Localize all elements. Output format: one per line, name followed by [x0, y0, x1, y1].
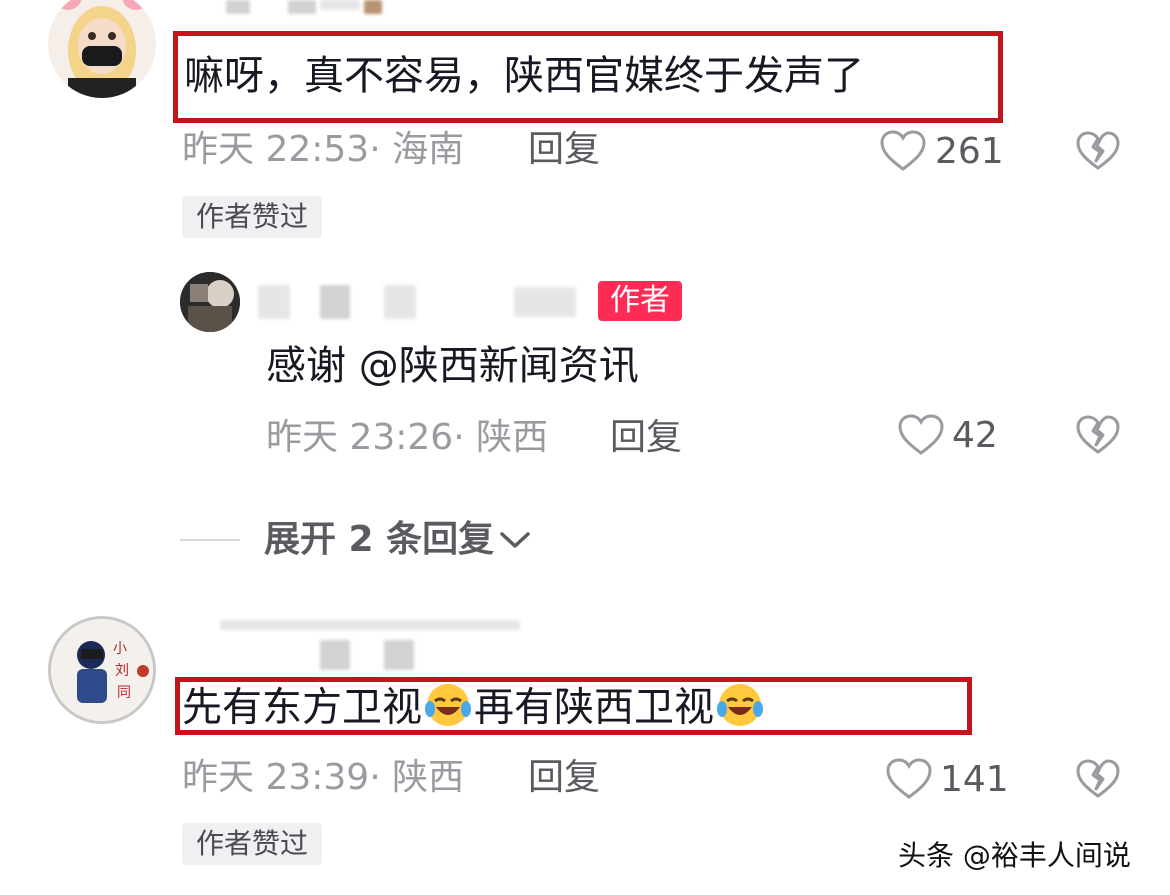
username-redacted: [220, 620, 520, 630]
svg-text:刘: 刘: [115, 663, 129, 679]
svg-text:小: 小: [113, 641, 127, 657]
comment-text-part1: 先有东方卫视: [182, 684, 422, 731]
watermark: 头条 @裕丰人间说: [898, 839, 1131, 872]
comment-text-part2: 再有陕西卫视: [474, 684, 714, 731]
avatar[interactable]: [48, 0, 156, 98]
username-redacted: [364, 0, 382, 14]
comment-meta: 昨天 22:53· 海南: [182, 128, 464, 172]
comment-time: 昨天 23:39: [182, 757, 370, 798]
reply-button[interactable]: 回复: [528, 128, 600, 172]
comment-time: 昨天 23:26: [266, 417, 454, 458]
chevron-down-icon[interactable]: [498, 528, 532, 552]
svg-text:同: 同: [117, 685, 131, 701]
avatar[interactable]: 小 刘 同: [48, 616, 156, 724]
broken-heart-icon[interactable]: [1076, 131, 1120, 171]
reply-button[interactable]: 回复: [528, 756, 600, 800]
like-count: 261: [935, 131, 1004, 172]
username-redacted: [320, 285, 350, 319]
username-redacted: [288, 0, 316, 14]
username-redacted: [226, 0, 250, 14]
broken-heart-icon[interactable]: [1076, 415, 1120, 455]
like-count: 42: [952, 415, 998, 456]
comment-location: · 海南: [369, 129, 465, 170]
broken-heart-icon[interactable]: [1076, 759, 1120, 799]
username-redacted: [320, 0, 360, 10]
like-icon[interactable]: [880, 130, 926, 172]
rolling-laughing-emoji: [422, 679, 474, 740]
divider-line: [180, 539, 240, 541]
comment-location: · 陕西: [453, 417, 549, 458]
comment-time: 昨天 22:53: [182, 129, 370, 170]
comment-meta: 昨天 23:26· 陕西: [266, 416, 548, 460]
username-redacted: [258, 285, 290, 319]
like-icon[interactable]: [886, 758, 932, 800]
reply-button[interactable]: 回复: [610, 416, 682, 460]
username-redacted: [384, 285, 416, 319]
avatar[interactable]: [180, 272, 240, 332]
rolling-laughing-emoji: [714, 679, 766, 740]
like-count: 141: [940, 759, 1009, 800]
author-liked-badge: 作者赞过: [182, 196, 323, 238]
comment-location: · 陕西: [369, 757, 465, 798]
username-redacted: [514, 287, 576, 317]
username-redacted: [320, 640, 350, 670]
comment-text: 先有东方卫视 再有陕西卫视: [182, 679, 766, 740]
comment-text: 嘛呀，真不容易，陕西官媒终于发声了: [184, 53, 864, 99]
author-badge: 作者: [598, 281, 682, 321]
comment-text: 感谢 @陕西新闻资讯: [266, 343, 639, 389]
like-icon[interactable]: [898, 414, 944, 456]
expand-replies-label[interactable]: 展开 2 条回复: [264, 518, 494, 562]
comment-meta: 昨天 23:39· 陕西: [182, 756, 464, 800]
username-redacted: [384, 640, 414, 670]
author-liked-badge: 作者赞过: [182, 823, 323, 865]
